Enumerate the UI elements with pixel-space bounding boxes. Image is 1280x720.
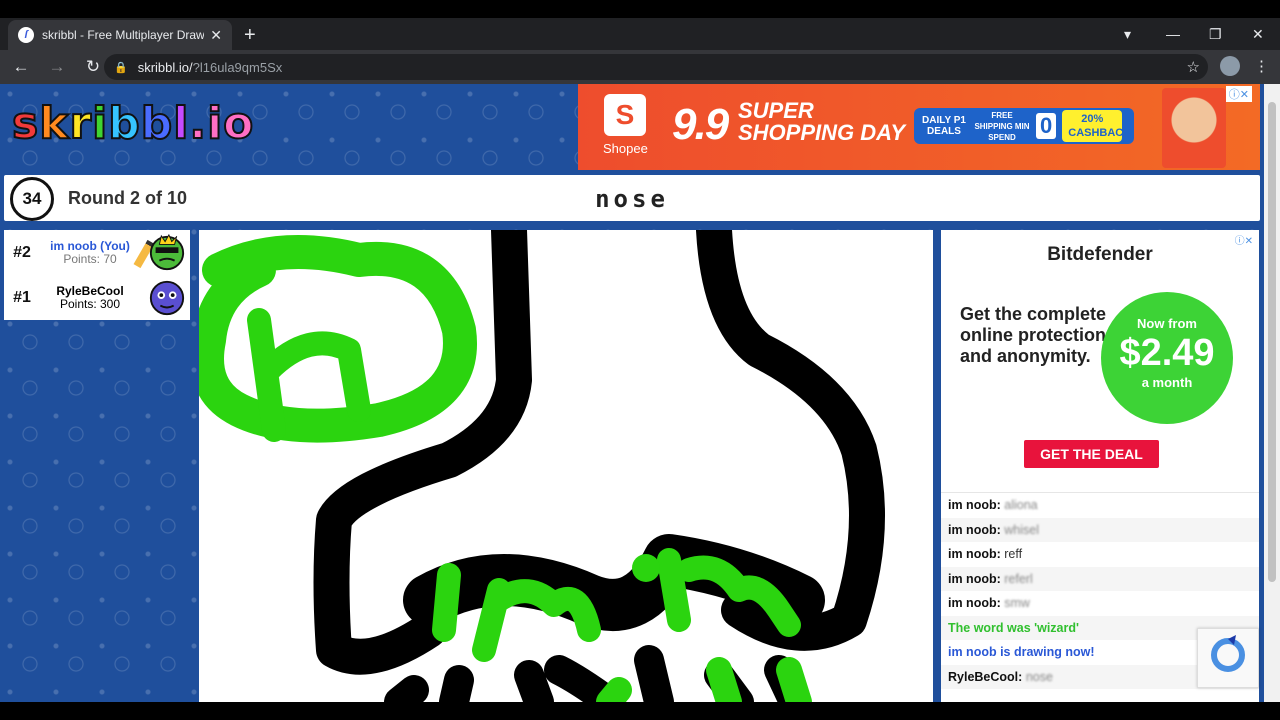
chat-message: im noob: smw — [941, 591, 1259, 616]
browser-tab[interactable]: ſ skribbl - Free Multiplayer Drawin ✕ — [8, 20, 232, 50]
player-rank: #1 — [13, 288, 31, 306]
player-info: RyleBeCool Points: 300 — [40, 283, 140, 311]
skribbl-page: skribbl.io S Shopee 9.9 SUPER SHOPPING D… — [0, 84, 1280, 702]
drawing-strokes — [199, 230, 885, 702]
profile-avatar[interactable] — [1220, 56, 1240, 76]
back-icon[interactable]: ← — [6, 57, 36, 77]
tab-search-icon[interactable]: ▾ — [1124, 18, 1131, 50]
chat-message: im noob: reff — [941, 542, 1259, 567]
chat-message: im noob: whisel — [941, 517, 1259, 542]
ad-cashback: 20% CASHBACK — [1062, 110, 1131, 142]
player-points: Points: 300 — [59, 296, 121, 311]
ad-deal-zero: 0 — [1036, 113, 1057, 139]
screen-bottom-border — [0, 702, 1280, 720]
price-value: $2.49 — [1119, 332, 1215, 374]
bitdefender-brand[interactable]: Bitdefender — [941, 244, 1259, 266]
player-rank: #2 — [13, 243, 31, 261]
address-bar[interactable]: 🔒 skribbl.io/ ?l16ula9qm5Sx ☆ — [104, 54, 1208, 80]
close-window-icon[interactable]: ✕ — [1252, 18, 1264, 50]
chat-sender: im noob: — [948, 571, 1001, 586]
browser-menu-icon[interactable]: ⋮ — [1254, 57, 1269, 75]
game-status-bar: 34 Round 2 of 10 nose — [4, 175, 1260, 221]
scrollbar-thumb[interactable] — [1268, 102, 1276, 582]
chat-sender: im noob: — [948, 522, 1001, 537]
ad-headline-number: 9.9 — [672, 100, 729, 149]
bitdefender-ad-text: Get the complete online protection and a… — [960, 304, 1107, 366]
price-period: a month — [1141, 375, 1193, 390]
ad-brand: Shopee — [603, 141, 648, 156]
player-points: Points: 70 — [63, 251, 117, 266]
chat-text: aliona — [1004, 498, 1038, 512]
player-name: RyleBeCool — [56, 283, 124, 298]
sidebar: ⓘ✕ Bitdefender Get the complete online p… — [941, 230, 1259, 702]
browser-toolbar: ← → ↻ 🔒 skribbl.io/ ?l16ula9qm5Sx ☆ — [0, 50, 1280, 84]
forward-icon[interactable]: → — [42, 57, 72, 77]
ad-deal-shipping: FREE SHIPPING MIN SPEND — [974, 110, 1030, 142]
lock-icon[interactable]: 🔒 — [114, 61, 128, 74]
page-scrollbar[interactable] — [1264, 84, 1280, 702]
current-word: nose — [595, 185, 669, 213]
url-host: skribbl.io/ — [137, 59, 193, 75]
shopee-bag-icon: S — [604, 94, 646, 136]
price-from: Now from — [1137, 316, 1197, 331]
new-tab-icon[interactable]: + — [244, 24, 256, 47]
chat-panel: im noob: aliona im noob: whisel im noob:… — [941, 492, 1259, 702]
chat-sender: im noob: — [948, 596, 1001, 610]
recaptcha-icon — [1211, 635, 1245, 672]
recaptcha-badge[interactable] — [1197, 628, 1259, 688]
chat-sender: im noob: — [948, 547, 1001, 561]
chat-text: smw — [1004, 596, 1030, 610]
screen-top-border — [0, 0, 1280, 18]
player-row[interactable]: #1 RyleBeCool Points: 300 — [4, 275, 190, 320]
player-info: im noob (You) Points: 70 — [40, 238, 140, 266]
restore-icon[interactable]: ❐ — [1209, 18, 1222, 50]
chat-sender: im noob: — [948, 498, 1001, 512]
skribbl-favicon-icon: ſ — [18, 27, 34, 43]
url-path: ?l16ula9qm5Sx — [192, 59, 283, 75]
ad-headline: SUPER SHOPPING DAY — [738, 98, 906, 145]
ad-deal-daily: DAILY P1 DEALS — [922, 115, 966, 137]
player-list: #2 im noob (You) Points: 70 #1 RyleBeCoo… — [4, 230, 190, 320]
skribbl-logo[interactable]: skribbl.io — [11, 97, 254, 150]
chat-message: im noob: aliona — [941, 493, 1259, 518]
chat-text: reff — [1004, 547, 1023, 561]
ad-celebrity-image — [1162, 88, 1226, 168]
ad-deals: DAILY P1 DEALS FREE SHIPPING MIN SPEND 0… — [914, 108, 1134, 144]
chat-text: referl — [1004, 571, 1033, 586]
price-badge[interactable]: Now from $2.49 a month — [1101, 292, 1233, 424]
browser-tab-strip: ſ skribbl - Free Multiplayer Drawin ✕ + — [0, 18, 1280, 50]
bookmark-star-icon[interactable]: ☆ — [1187, 58, 1200, 76]
tab-title: skribbl - Free Multiplayer Drawin — [42, 28, 205, 42]
player-avatar — [149, 233, 185, 271]
player-row[interactable]: #2 im noob (You) Points: 70 — [4, 230, 190, 275]
minimize-icon[interactable]: — — [1166, 18, 1180, 50]
player-name: im noob (You) — [50, 238, 130, 253]
chat-text: nose — [1025, 669, 1053, 684]
chat-message: im noob: referl — [941, 566, 1259, 591]
drawing-canvas[interactable] — [199, 230, 933, 702]
ad-close-icon[interactable]: ⓘ✕ — [1225, 86, 1252, 102]
shopee-banner-ad[interactable]: S Shopee 9.9 SUPER SHOPPING DAY DAILY P1… — [578, 84, 1260, 170]
close-tab-icon[interactable]: ✕ — [210, 27, 222, 44]
player-avatar — [149, 280, 185, 316]
get-the-deal-button[interactable]: GET THE DEAL — [1024, 440, 1159, 468]
green-dot — [632, 554, 660, 582]
chat-sender: RyleBeCool: — [948, 669, 1023, 684]
chat-text: whisel — [1004, 522, 1039, 537]
